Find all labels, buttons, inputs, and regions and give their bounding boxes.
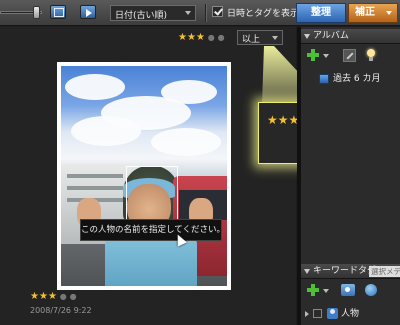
show-date-tags-checkbox[interactable] (212, 6, 223, 17)
right-panel: アルバム 過去 6 カ月 キーワードタグ 選択メディア 人物 (300, 27, 400, 325)
keyword-item[interactable]: 人物 (301, 306, 400, 322)
album-toolbar (301, 46, 400, 66)
star-empty-icon[interactable]: ● (208, 33, 215, 43)
star-icon[interactable]: ★ (48, 292, 57, 302)
single-photo-view-icon[interactable] (50, 5, 66, 19)
edit-album-icon[interactable] (343, 49, 356, 62)
chevron-down-icon (272, 36, 278, 40)
photo-thumbnail[interactable] (57, 62, 231, 290)
album-panel-header[interactable]: アルバム (301, 29, 400, 44)
keyword-search-input[interactable]: 選択メディア (369, 266, 400, 277)
tab-organize[interactable]: 整理 (296, 3, 346, 23)
chevron-down-icon[interactable] (323, 289, 329, 293)
star-icon: ★ (267, 113, 278, 127)
star-icon[interactable]: ★ (30, 292, 39, 302)
people-icon (327, 308, 338, 319)
chevron-down-icon (185, 11, 191, 15)
album-icon (319, 74, 329, 84)
keyword-checkbox[interactable] (313, 309, 322, 318)
slideshow-icon[interactable] (80, 5, 96, 19)
photo-image[interactable] (61, 66, 227, 286)
add-keyword-icon[interactable] (307, 284, 319, 296)
album-item-label: 過去 6 カ月 (333, 74, 381, 84)
show-date-tags-label: 日時とタグを表示 (227, 9, 300, 19)
face-recognition-box[interactable] (126, 166, 178, 220)
thumbnail-size-slider[interactable] (0, 6, 42, 20)
star-icon[interactable]: ★ (39, 292, 48, 302)
star-icon[interactable]: ★ (178, 33, 187, 43)
toolbar-divider (205, 4, 206, 22)
chevron-down-icon[interactable] (323, 54, 329, 58)
album-item[interactable]: 過去 6 カ月 (301, 71, 400, 87)
collapse-triangle-icon (304, 34, 310, 39)
star-empty-icon[interactable]: ● (218, 33, 225, 43)
keyword-tags-panel-header[interactable]: キーワードタグ 選択メディア (301, 264, 400, 279)
rating-filter-mode-select[interactable]: 以上 (237, 30, 283, 45)
album-panel-title: アルバム (313, 31, 349, 41)
star-icon: ★ (277, 113, 289, 127)
globe-icon[interactable] (365, 284, 377, 296)
tab-fix-label: 補正 (355, 7, 375, 18)
star-icon[interactable]: ★ (187, 33, 196, 43)
face-tag-tooltip[interactable]: この人物の名前を指定してください。 (80, 219, 222, 241)
photo-rating-stars[interactable]: ★★★ ● ● (30, 292, 77, 302)
keyword-toolbar (301, 281, 400, 301)
add-album-icon[interactable] (307, 49, 319, 61)
star-empty-icon[interactable]: ● (60, 292, 67, 302)
lightbulb-icon[interactable] (367, 49, 375, 61)
expand-triangle-icon[interactable] (305, 311, 309, 317)
star-empty-icon[interactable]: ● (70, 292, 77, 302)
photo-date: 2008/7/26 9:22 (30, 306, 92, 315)
tag-icon[interactable] (341, 284, 355, 296)
chevron-down-icon (386, 11, 392, 15)
rating-filter-mode-value: 以上 (242, 35, 261, 45)
slider-thumb[interactable] (33, 6, 40, 19)
keyword-item-label: 人物 (341, 309, 360, 319)
collapse-triangle-icon (304, 269, 310, 274)
star-icon[interactable]: ★ (196, 33, 205, 43)
top-toolbar: 日付(古い順) 日時とタグを表示 整理 補正 (0, 0, 400, 26)
sort-order-select[interactable]: 日付(古い順) (110, 5, 196, 21)
rating-filter-stars[interactable]: ★★★ ● ● (178, 33, 225, 45)
sort-order-value: 日付(古い順) (115, 11, 168, 21)
tab-fix[interactable]: 補正 (348, 3, 398, 23)
keyword-tags-title: キーワードタグ (313, 266, 377, 276)
